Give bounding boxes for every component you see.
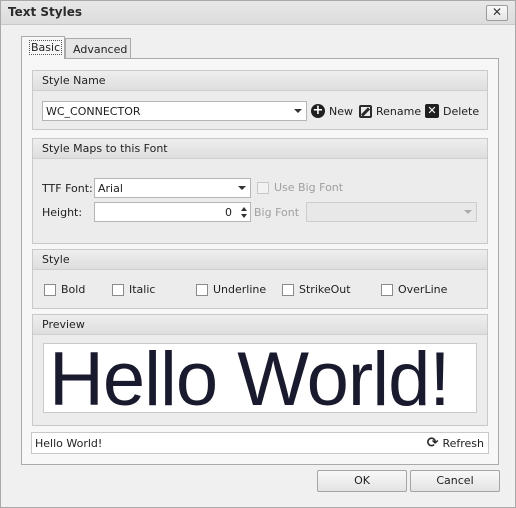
underline-box <box>196 283 208 296</box>
style-name-heading: Style Name <box>33 71 487 91</box>
new-label: New <box>329 104 353 118</box>
refresh-icon: ⟳ <box>426 435 439 451</box>
delete-label: Delete <box>443 104 480 118</box>
close-icon: ✕ <box>491 5 503 19</box>
underline-label: Underline <box>213 283 267 296</box>
tab-basic-label: Basic <box>29 40 63 55</box>
overline-box <box>381 283 393 296</box>
ttf-font-label: TTF Font: <box>42 182 93 195</box>
bold-checkbox[interactable]: Bold <box>44 283 85 296</box>
text-styles-dialog: Text Styles ✕ Basic Advanced Style Name … <box>0 0 516 508</box>
preview-group: Preview Hello World! <box>32 314 488 426</box>
sample-text-field[interactable]: Hello World! ⟳ Refresh <box>31 432 489 454</box>
bold-label: Bold <box>61 283 86 296</box>
overline-checkbox[interactable]: OverLine <box>381 283 447 296</box>
big-font-label: Big Font <box>254 206 300 219</box>
big-font-select[interactable] <box>306 202 477 222</box>
rename-style-button[interactable]: Rename <box>359 101 421 121</box>
delete-x-icon: ✕ <box>425 104 439 118</box>
plus-circle-icon: + <box>311 103 325 118</box>
bold-box <box>44 283 56 296</box>
strikeout-checkbox[interactable]: StrikeOut <box>282 283 351 296</box>
style-name-select[interactable]: WC_CONNECTOR <box>42 101 307 121</box>
style-group: Style Bold Italic Underline StrikeOut Ov… <box>32 249 488 309</box>
height-label: Height: <box>42 206 83 219</box>
chevron-down-icon <box>294 109 302 113</box>
height-stepper[interactable]: 0 <box>94 202 251 222</box>
underline-checkbox[interactable]: Underline <box>196 283 266 296</box>
style-heading: Style <box>33 250 487 270</box>
italic-box <box>112 283 124 296</box>
overline-label: OverLine <box>398 283 448 296</box>
close-button[interactable]: ✕ <box>486 5 508 21</box>
tab-advanced-label: Advanced <box>73 43 128 56</box>
preview-canvas: Hello World! <box>43 343 477 413</box>
italic-checkbox[interactable]: Italic <box>112 283 155 296</box>
tab-advanced[interactable]: Advanced <box>65 38 131 59</box>
tab-basic[interactable]: Basic <box>21 36 65 59</box>
style-name-value: WC_CONNECTOR <box>46 105 141 118</box>
spin-down-icon[interactable] <box>241 214 247 218</box>
delete-style-button[interactable]: ✕ Delete <box>425 101 479 121</box>
ok-button[interactable]: OK <box>317 470 407 492</box>
font-map-group: Style Maps to this Font TTF Font: Arial … <box>32 138 488 244</box>
style-name-group: Style Name WC_CONNECTOR + New Rename ✕ D… <box>32 70 488 130</box>
spin-up-icon[interactable] <box>241 207 247 211</box>
italic-label: Italic <box>129 283 156 296</box>
refresh-button[interactable]: ⟳ Refresh <box>427 435 484 451</box>
title-bar: Text Styles ✕ <box>1 1 515 25</box>
style-name-actions: + New Rename ✕ Delete <box>311 101 481 121</box>
refresh-label: Refresh <box>442 436 484 450</box>
use-big-font-box <box>257 181 269 194</box>
ttf-font-select[interactable]: Arial <box>94 178 251 198</box>
sample-text-value: Hello World! <box>35 437 103 450</box>
ttf-font-value: Arial <box>98 182 123 195</box>
rename-label: Rename <box>376 104 422 118</box>
use-big-font-checkbox[interactable]: Use Big Font <box>257 181 343 194</box>
height-value: 0 <box>225 206 232 219</box>
new-style-button[interactable]: + New <box>311 101 353 121</box>
strikeout-box <box>282 283 294 296</box>
font-map-heading: Style Maps to this Font <box>33 139 487 159</box>
chevron-down-icon <box>238 186 246 190</box>
chevron-down-icon <box>464 210 472 214</box>
strikeout-label: StrikeOut <box>299 283 351 296</box>
preview-heading: Preview <box>33 315 487 335</box>
preview-text: Hello World! <box>49 343 451 413</box>
use-big-font-label: Use Big Font <box>274 181 344 194</box>
basic-tab-panel: Style Name WC_CONNECTOR + New Rename ✕ D… <box>21 58 499 465</box>
window-title: Text Styles <box>8 5 82 19</box>
cancel-button[interactable]: Cancel <box>410 470 500 492</box>
rename-icon <box>359 104 372 118</box>
